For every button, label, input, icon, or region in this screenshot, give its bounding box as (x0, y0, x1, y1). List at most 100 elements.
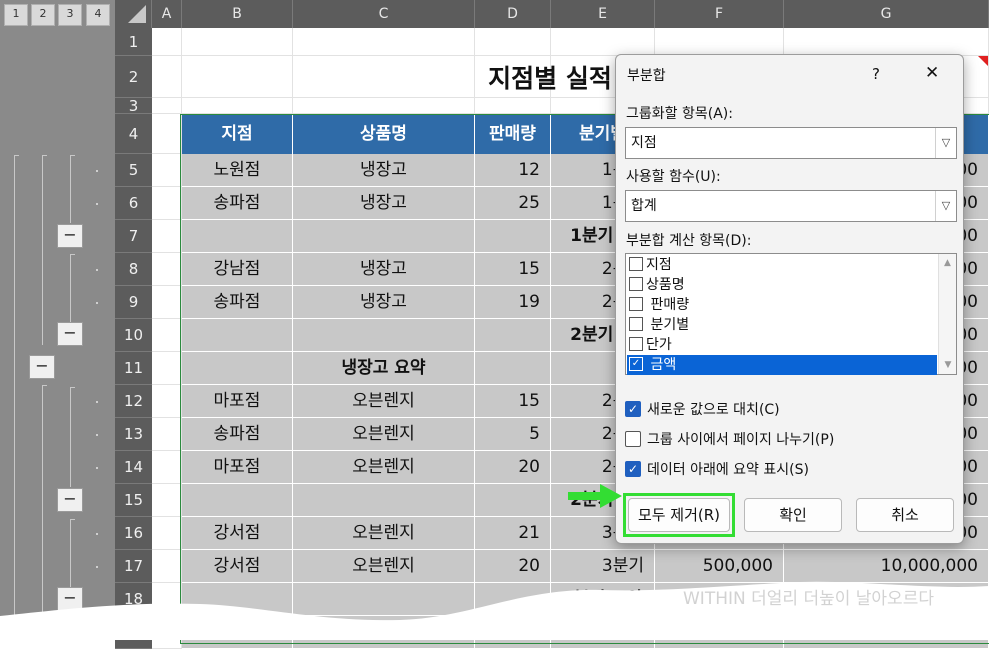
row-header-2[interactable]: 2 (115, 56, 152, 98)
cell-b8[interactable]: 강남점 (182, 253, 293, 286)
page-break-checkbox[interactable] (625, 431, 641, 447)
cell-a16[interactable] (152, 517, 182, 550)
calc-items-listbox[interactable]: 지점 상품명 판매량 분기별 단가 ✓ 금액 ▲ ▼ (625, 253, 957, 375)
calc-item-2[interactable]: 판매량 (627, 295, 937, 315)
cell-a3[interactable] (152, 98, 182, 114)
row-header-4[interactable]: 4 (115, 114, 152, 154)
cell-f1[interactable] (655, 28, 784, 56)
cell-d3[interactable] (475, 98, 551, 114)
cell-c9[interactable]: 냉장고 (293, 286, 475, 319)
column-header-f[interactable]: F (655, 0, 784, 28)
cell-e1[interactable] (551, 28, 655, 56)
cell-d9[interactable]: 19 (475, 286, 551, 319)
cell-a15[interactable] (152, 484, 182, 517)
outline-collapse-row10-button[interactable]: − (57, 322, 83, 346)
column-header-b[interactable]: B (182, 0, 293, 28)
cell-c12[interactable]: 오븐렌지 (293, 385, 475, 418)
cell-b15[interactable] (182, 484, 293, 517)
cell-b5[interactable]: 노원점 (182, 154, 293, 187)
ok-button[interactable]: 확인 (744, 498, 842, 532)
cell-a14[interactable] (152, 451, 182, 484)
cell-b16[interactable]: 강서점 (182, 517, 293, 550)
row-header-1[interactable]: 1 (115, 28, 152, 56)
replace-current-checkbox[interactable]: ✓ (625, 401, 641, 417)
row-header-15[interactable]: 15 (115, 484, 152, 517)
cell-c13[interactable]: 오븐렌지 (293, 418, 475, 451)
calc-item-checkbox[interactable] (629, 297, 643, 311)
row-header-14[interactable]: 14 (115, 451, 152, 484)
cell-d12[interactable]: 15 (475, 385, 551, 418)
column-header-d[interactable]: D (475, 0, 551, 28)
listbox-scrollbar[interactable]: ▲ ▼ (938, 254, 956, 374)
calc-item-checkbox[interactable]: ✓ (629, 357, 643, 371)
cell-a9[interactable] (152, 286, 182, 319)
cell-b11[interactable] (182, 352, 293, 385)
cell-d7[interactable] (475, 220, 551, 253)
cell-b7[interactable] (182, 220, 293, 253)
row-header-13[interactable]: 13 (115, 418, 152, 451)
cell-c5[interactable]: 냉장고 (293, 154, 475, 187)
cell-d1[interactable] (475, 28, 551, 56)
outline-level-1-button[interactable]: 1 (4, 4, 28, 26)
calc-item-3[interactable]: 분기별 (627, 315, 937, 335)
cell-d10[interactable] (475, 319, 551, 352)
cell-b12[interactable]: 마포점 (182, 385, 293, 418)
row-header-6[interactable]: 6 (115, 187, 152, 220)
scroll-down-icon[interactable]: ▼ (939, 360, 957, 370)
calc-item-checkbox[interactable] (629, 337, 643, 351)
row-header-11[interactable]: 11 (115, 352, 152, 385)
remove-all-button[interactable]: 모두 제거(R) (628, 498, 730, 532)
scroll-up-icon[interactable]: ▲ (939, 258, 956, 268)
cell-c3[interactable] (293, 98, 475, 114)
dialog-close-button[interactable]: ✕ (925, 63, 939, 83)
cell-c16[interactable]: 오븐렌지 (293, 517, 475, 550)
cell-b3[interactable] (182, 98, 293, 114)
dialog-help-button[interactable]: ? (872, 65, 880, 83)
column-header-e[interactable]: E (551, 0, 655, 28)
cell-a6[interactable] (152, 187, 182, 220)
cell-d14[interactable]: 20 (475, 451, 551, 484)
row-header-5[interactable]: 5 (115, 154, 152, 187)
row-header-9[interactable]: 9 (115, 286, 152, 319)
calc-item-4[interactable]: 단가 (627, 335, 937, 355)
header-cell-1[interactable]: 상품명 (293, 114, 475, 154)
calc-item-checkbox[interactable] (629, 277, 643, 291)
cell-c1[interactable] (293, 28, 475, 56)
function-select[interactable]: 합계 ▽ (625, 190, 957, 222)
cell-d8[interactable]: 15 (475, 253, 551, 286)
header-cell-2[interactable]: 판매량 (475, 114, 551, 154)
cell-d13[interactable]: 5 (475, 418, 551, 451)
cell-a1[interactable] (152, 28, 182, 56)
row-header-7[interactable]: 7 (115, 220, 152, 253)
calc-item-1[interactable]: 상품명 (627, 275, 937, 295)
outline-collapse-row15-button[interactable]: − (57, 488, 83, 512)
cell-b6[interactable]: 송파점 (182, 187, 293, 220)
cell-d6[interactable]: 25 (475, 187, 551, 220)
select-all-button[interactable] (115, 0, 152, 28)
cell-a8[interactable] (152, 253, 182, 286)
cell-b9[interactable]: 송파점 (182, 286, 293, 319)
cell-d5[interactable]: 12 (475, 154, 551, 187)
outline-collapse-row11-button[interactable]: − (29, 355, 55, 379)
row-header-16[interactable]: 16 (115, 517, 152, 550)
cell-a2[interactable] (152, 56, 182, 98)
cell-a11[interactable] (152, 352, 182, 385)
calc-item-0[interactable]: 지점 (627, 255, 937, 275)
row-header-10[interactable]: 10 (115, 319, 152, 352)
cell-b10[interactable] (182, 319, 293, 352)
calc-item-5[interactable]: ✓ 금액 (627, 355, 937, 375)
calc-item-checkbox[interactable] (629, 257, 643, 271)
cancel-button[interactable]: 취소 (856, 498, 954, 532)
summary-below-checkbox[interactable]: ✓ (625, 461, 641, 477)
cell-a12[interactable] (152, 385, 182, 418)
cell-a7[interactable] (152, 220, 182, 253)
cell-c11[interactable]: 냉장고 요약 (293, 352, 475, 385)
cell-d16[interactable]: 21 (475, 517, 551, 550)
cell-a4[interactable] (152, 114, 182, 154)
cell-c8[interactable]: 냉장고 (293, 253, 475, 286)
cell-a5[interactable] (152, 154, 182, 187)
column-header-g[interactable]: G (784, 0, 989, 28)
cell-g1[interactable] (784, 28, 989, 56)
cell-b14[interactable]: 마포점 (182, 451, 293, 484)
cell-d15[interactable] (475, 484, 551, 517)
